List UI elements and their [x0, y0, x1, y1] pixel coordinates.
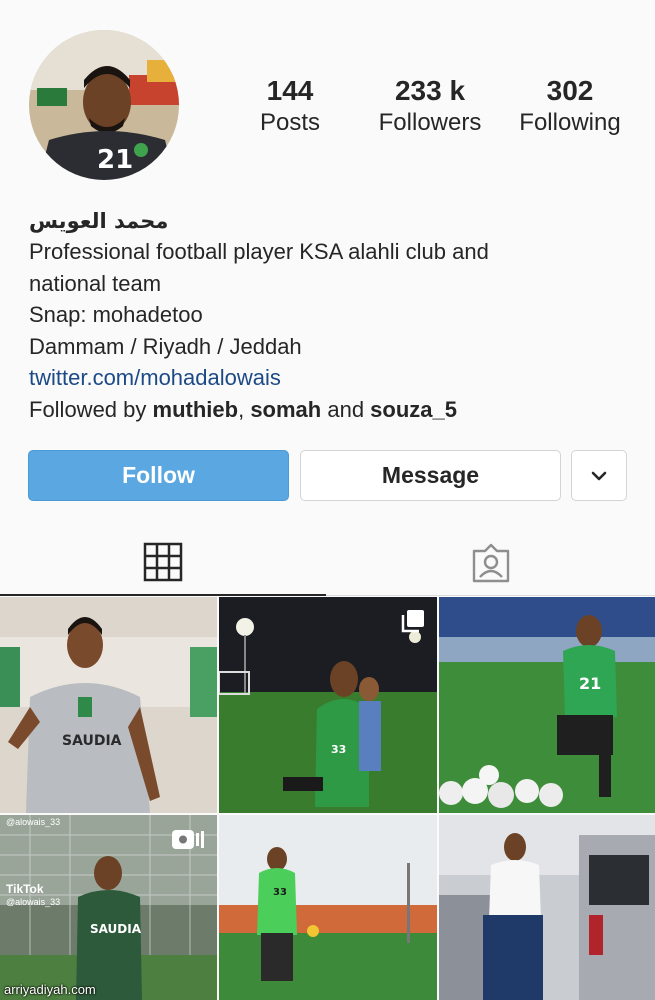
followers-label: Followers	[378, 109, 482, 136]
posts-stat: 144 Posts	[220, 74, 360, 138]
grid-icon	[143, 542, 183, 582]
posts-label: Posts	[259, 109, 321, 136]
followed-by-prefix: Followed by	[29, 396, 153, 422]
avatar-photo: 21	[29, 30, 179, 180]
post-thumbnail[interactable]: 21	[439, 597, 655, 813]
multiple-photos-icon	[401, 610, 424, 633]
multiple-photos-badge	[401, 609, 425, 633]
shirt-text: SAUDIA	[90, 922, 142, 936]
followed-user[interactable]: souza_5	[370, 397, 457, 422]
shirt-number: 33	[331, 743, 346, 756]
bio-line: national team	[29, 270, 162, 296]
shirt-number: 33	[273, 887, 287, 898]
posts-grid: SAUDIA 33 21 SAUDIA @alowais_33 TikTok @…	[0, 597, 655, 1000]
posts-count: 144	[266, 75, 314, 106]
post-thumbnail[interactable]	[439, 815, 655, 1000]
post-thumbnail[interactable]: 33	[219, 597, 437, 813]
post-thumbnail[interactable]: 33	[219, 815, 437, 1000]
post-photo: 33	[219, 815, 437, 1000]
tab-tagged[interactable]	[326, 530, 655, 596]
post-photo: SAUDIA	[0, 597, 217, 813]
followers-stat[interactable]: 233 k Followers	[360, 74, 500, 138]
followed-and: and	[321, 396, 371, 422]
profile-name: محمد العويس	[29, 209, 169, 233]
bio-line: Snap: mohadetoo	[29, 302, 203, 327]
bio-line: Professional football player KSA alahli …	[29, 239, 489, 264]
followers-count: 233 k	[394, 75, 466, 106]
following-count: 302	[546, 75, 594, 106]
shirt-number: 21	[579, 674, 601, 693]
tagged-person-icon	[472, 543, 509, 583]
profile-bio: محمد العويس Professional football player…	[29, 206, 629, 425]
message-button[interactable]: Message	[300, 450, 561, 501]
post-photo: 21	[439, 597, 655, 813]
chevron-down-icon	[591, 471, 607, 480]
post-thumbnail[interactable]: SAUDIA	[0, 597, 217, 813]
profile-avatar[interactable]: 21	[29, 30, 179, 180]
tiktok-text: TikTok	[6, 882, 44, 896]
igtv-badge	[171, 827, 205, 851]
avatar-shirt-number: 21	[97, 145, 133, 175]
site-watermark: arriyadiyah.com	[4, 982, 96, 997]
followed-sep: ,	[238, 396, 251, 422]
following-stat[interactable]: 302 Following	[500, 74, 640, 138]
followed-user[interactable]: somah	[250, 397, 321, 422]
watermark-tag: @alowais_33	[6, 817, 60, 827]
profile-tabs	[0, 530, 655, 596]
tab-posts-grid[interactable]	[0, 530, 326, 596]
followed-by[interactable]: Followed by muthieb, somah and souza_5	[29, 394, 629, 426]
profile-link[interactable]: twitter.com/mohadalowais	[29, 362, 629, 394]
post-photo	[439, 815, 655, 1000]
follow-button[interactable]: Follow	[28, 450, 289, 501]
igtv-icon	[172, 830, 204, 849]
shirt-text: SAUDIA	[62, 733, 122, 749]
following-label: Following	[519, 109, 621, 136]
followed-user[interactable]: muthieb	[153, 397, 239, 422]
post-thumbnail[interactable]: SAUDIA @alowais_33 TikTok @alowais_33	[0, 815, 217, 1000]
watermark-tag: @alowais_33	[6, 897, 60, 907]
suggested-accounts-button[interactable]	[571, 450, 627, 501]
bio-line: Dammam / Riyadh / Jeddah	[29, 333, 302, 359]
profile-stats: 144 Posts 233 k Followers 302 Following	[220, 74, 640, 138]
